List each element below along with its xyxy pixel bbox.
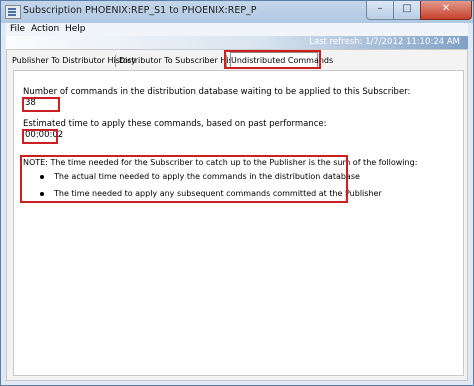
commands-count-highlight [22,97,60,112]
window-title: Subscription PHOENIX:REP_S1 to PHOENIX:R… [23,5,257,16]
menu-bar: File Action Help [6,23,468,36]
undistributed-commands-panel: Number of commands in the distribution d… [13,70,464,376]
close-button[interactable]: ✕ [420,1,472,20]
tab-control: Publisher To Distributor History Distrib… [6,49,468,381]
menu-action[interactable]: Action [31,23,59,36]
minimize-button[interactable]: – [366,1,394,20]
estimated-time-label: Estimated time to apply these commands, … [23,119,327,129]
status-strip: Last refresh: 1/7/2012 11:10:24 AM [6,36,468,49]
menu-file[interactable]: File [10,23,25,36]
tab-highlight-box [224,50,321,69]
tab-publisher-to-distributor-history[interactable]: Publisher To Distributor History [12,54,136,68]
commands-count-label: Number of commands in the distribution d… [23,87,411,97]
menu-help[interactable]: Help [65,23,86,36]
maximize-button[interactable]: □ [393,1,421,20]
estimated-time-highlight [22,129,58,144]
title-bar[interactable]: Subscription PHOENIX:REP_S1 to PHOENIX:R… [1,1,473,23]
tab-separator [115,55,116,67]
note-highlight-box [20,155,348,203]
app-icon [5,5,21,19]
subscription-window: Subscription PHOENIX:REP_S1 to PHOENIX:R… [0,0,474,386]
last-refresh-text: Last refresh: 1/7/2012 11:10:24 AM [309,37,460,47]
